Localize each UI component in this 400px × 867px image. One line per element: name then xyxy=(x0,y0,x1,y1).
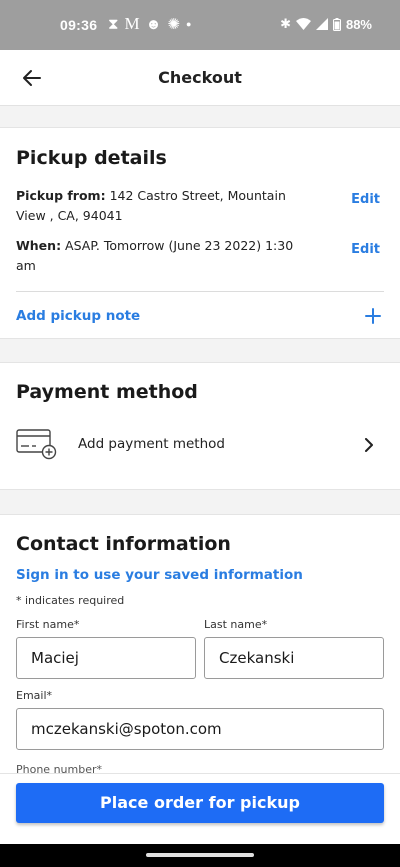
place-order-button[interactable]: Place order for pickup xyxy=(16,783,384,823)
bluetooth-icon: ✱ xyxy=(280,16,291,31)
email-label: Email* xyxy=(16,689,53,702)
pickup-from-row: Pickup from: 142 Castro Street, Mountain… xyxy=(16,186,306,226)
last-name-field[interactable] xyxy=(204,637,384,679)
add-pickup-note-button[interactable]: Add pickup note xyxy=(16,308,140,324)
face-icon: ☻ xyxy=(145,15,162,33)
pickup-details-card: Pickup details Pickup from: 142 Castro S… xyxy=(0,127,400,339)
chevron-right-icon[interactable] xyxy=(362,438,376,452)
system-icons: ✱ 88% xyxy=(280,16,372,32)
required-note: * indicates required xyxy=(16,594,125,607)
app-bar: Checkout xyxy=(0,50,400,106)
cta-bar: Place order for pickup xyxy=(0,774,400,844)
bug-icon: ✺ xyxy=(167,16,181,33)
wifi-icon xyxy=(295,18,311,30)
payment-method-card: Payment method Add payment method xyxy=(0,362,400,490)
contact-information-card: Contact information Sign in to use your … xyxy=(0,514,400,774)
first-name-label: First name* xyxy=(16,618,80,631)
page-title: Checkout xyxy=(158,68,242,87)
pickup-details-title: Pickup details xyxy=(16,147,167,169)
pickup-when-row: When: ASAP. Tomorrow (June 23 2022) 1:30… xyxy=(16,236,306,276)
signal-icon xyxy=(315,18,328,30)
pickup-from-label: Pickup from: xyxy=(16,188,106,203)
payment-method-title: Payment method xyxy=(16,381,198,403)
pickup-when-label: When: xyxy=(16,238,62,253)
battery-icon xyxy=(332,17,341,31)
navigation-bar xyxy=(0,844,400,867)
divider xyxy=(16,291,384,292)
status-bar: 09:36 ⧗ M ☻ ✺ ● ✱ 88% xyxy=(0,0,400,50)
edit-pickup-time-button[interactable]: Edit xyxy=(351,242,380,257)
status-time: 09:36 xyxy=(60,17,98,33)
home-gesture-handle[interactable] xyxy=(146,853,254,857)
edit-pickup-location-button[interactable]: Edit xyxy=(351,192,380,207)
phone-number-label: Phone number* xyxy=(16,763,103,774)
notification-icons: ⧗ M ☻ ✺ ● xyxy=(108,14,191,34)
first-name-field[interactable] xyxy=(16,637,196,679)
gmail-icon: M xyxy=(124,14,140,33)
last-name-label: Last name* xyxy=(204,618,268,631)
email-field[interactable] xyxy=(16,708,384,750)
credit-card-add-icon xyxy=(16,429,57,460)
hourglass-icon: ⧗ xyxy=(108,15,119,33)
contact-information-title: Contact information xyxy=(16,533,231,555)
battery-level: 88% xyxy=(345,16,372,32)
plus-icon[interactable] xyxy=(364,307,382,325)
dot-icon: ● xyxy=(186,19,192,29)
add-payment-method-button[interactable]: Add payment method xyxy=(78,436,225,452)
sign-in-link[interactable]: Sign in to use your saved information xyxy=(16,567,303,583)
